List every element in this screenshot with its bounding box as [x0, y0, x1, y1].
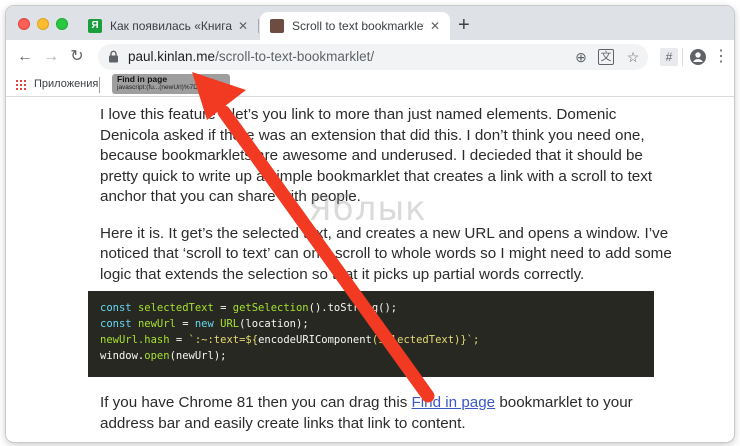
- yablyk-favicon-icon: Я: [88, 19, 102, 33]
- bookmark-drop-indicator: [99, 77, 100, 93]
- tab-inactive[interactable]: Я Как появилась «Книга рекорд ✕: [78, 12, 258, 40]
- reload-icon[interactable]: ↻: [66, 46, 88, 68]
- code-block: const selectedText = getSelection().toSt…: [88, 291, 654, 377]
- paragraph-3: If you have Chrome 81 then you can drag …: [100, 394, 633, 432]
- translate-icon[interactable]: 文: [598, 49, 614, 65]
- back-arrow-icon[interactable]: ←: [14, 46, 36, 68]
- forward-arrow-icon[interactable]: →: [40, 46, 62, 68]
- tab-title: Scroll to text bookmarklet - Mo: [292, 19, 424, 33]
- extension-icon[interactable]: #: [660, 48, 678, 66]
- url-text[interactable]: paul.kinlan.me/scroll-to-text-bookmarkle…: [128, 49, 374, 64]
- browser-window: Я Как появилась «Книга рекорд ✕ Scroll t…: [6, 6, 734, 442]
- minimize-window-button[interactable]: [37, 18, 49, 30]
- paragraph-2: Here it is. It get’s the selected text, …: [100, 224, 672, 283]
- star-bookmark-icon[interactable]: ☆: [624, 48, 642, 66]
- article-body: I love this feature it let’s you link to…: [100, 105, 675, 285]
- profile-avatar-icon[interactable]: [690, 49, 706, 65]
- paragraph-1: I love this feature it let’s you link to…: [100, 106, 653, 205]
- site-favicon-icon: [270, 19, 284, 33]
- code-line-4: window.open(newUrl);: [100, 350, 227, 362]
- zoom-window-button[interactable]: [56, 18, 68, 30]
- toolbar-separator: [682, 48, 683, 66]
- find-in-page-bookmarklet-link[interactable]: Find in page: [412, 394, 496, 411]
- code-line-2: const newUrl = new URL(location);: [100, 318, 309, 330]
- address-bar[interactable]: paul.kinlan.me/scroll-to-text-bookmarkle…: [98, 44, 648, 70]
- apps-bookmark[interactable]: Приложения: [34, 78, 98, 90]
- tab-strip: Я Как появилась «Книга рекорд ✕ Scroll t…: [6, 6, 734, 40]
- tab-active[interactable]: Scroll to text bookmarklet - Mo ✕: [260, 12, 450, 40]
- tooltip-url: javascript:(fu...(newUrl)%7D)(): [117, 84, 205, 91]
- tooltip-title: Find in page: [117, 74, 168, 84]
- lock-icon: [109, 50, 118, 63]
- tab-title: Как появилась «Книга рекорд: [110, 19, 232, 33]
- new-tab-button[interactable]: +: [458, 14, 470, 36]
- url-host: paul.kinlan.me: [128, 49, 216, 64]
- code-line-3: newUrl.hash = `:~:text=${encodeURICompon…: [100, 334, 480, 346]
- close-window-button[interactable]: [18, 18, 30, 30]
- url-path: /scroll-to-text-bookmarklet/: [215, 49, 375, 64]
- dragged-bookmarklet-tooltip[interactable]: Find in page javascript:(fu...(newUrl)%7…: [112, 74, 230, 94]
- close-tab-icon[interactable]: ✕: [430, 19, 440, 33]
- code-line-1: const selectedText = getSelection().toSt…: [100, 302, 398, 314]
- menu-kebab-icon[interactable]: ⋮: [710, 46, 732, 68]
- page-content: I love this feature it let’s you link to…: [6, 97, 734, 442]
- close-tab-icon[interactable]: ✕: [238, 19, 248, 33]
- add-bookmark-plus-icon[interactable]: ⊕: [572, 48, 590, 66]
- apps-grid-icon[interactable]: [16, 80, 26, 90]
- toolbar: ← → ↻ paul.kinlan.me/scroll-to-text-book…: [6, 40, 734, 74]
- tab-separator: [258, 19, 259, 33]
